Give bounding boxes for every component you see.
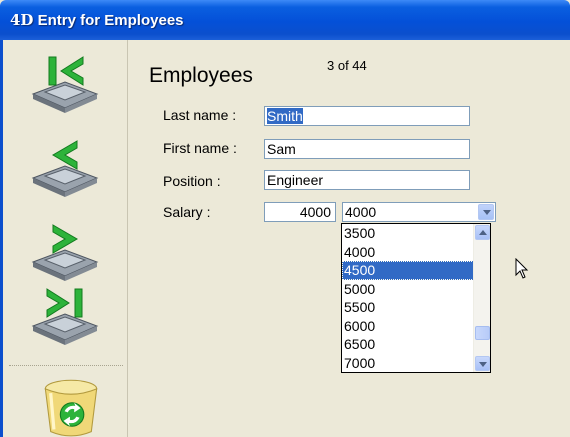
salary-value: 4000 <box>299 204 331 220</box>
last-name-value: Smith <box>267 108 303 124</box>
last-record-icon <box>31 288 99 345</box>
delete-record-button[interactable] <box>31 376 98 437</box>
list-item[interactable]: 6000 <box>342 317 490 336</box>
salary-options-list[interactable]: 3500 4000 4500 5000 5500 6000 6500 7000 <box>341 223 491 373</box>
first-name-value: Sam <box>267 141 296 157</box>
list-item[interactable]: 6500 <box>342 335 490 354</box>
position-label: Position : <box>163 173 221 189</box>
window-title-bar[interactable]: 4D Entry for Employees <box>0 0 570 40</box>
position-field[interactable]: Engineer <box>264 170 470 190</box>
toolbar-separator <box>9 365 123 366</box>
next-record-button[interactable] <box>25 220 105 282</box>
mouse-pointer-icon <box>515 258 529 279</box>
scroll-thumb[interactable] <box>475 326 490 340</box>
first-name-field[interactable]: Sam <box>264 139 470 159</box>
list-item[interactable]: 4000 <box>342 243 490 262</box>
next-record-icon <box>31 224 99 281</box>
salary-dropdown-value: 4000 <box>345 204 377 220</box>
previous-record-icon <box>31 140 99 197</box>
app-logo: 4D <box>10 11 34 29</box>
last-name-label: Last name : <box>163 107 237 123</box>
scroll-down-icon[interactable] <box>475 356 490 371</box>
salary-field[interactable]: 4000 <box>264 202 336 222</box>
first-name-label: First name : <box>163 140 237 156</box>
record-counter: 3 of 44 <box>327 58 367 73</box>
list-item[interactable]: 3500 <box>342 224 490 243</box>
last-record-button[interactable] <box>25 284 105 346</box>
list-scrollbar[interactable] <box>473 224 490 372</box>
position-value: Engineer <box>267 172 324 188</box>
form-area: Employees 3 of 44 Last name : Smith Firs… <box>129 40 570 437</box>
form-title: Employees <box>149 64 253 87</box>
salary-label: Salary : <box>163 204 211 220</box>
first-record-button[interactable] <box>25 52 105 114</box>
chevron-down-icon[interactable] <box>478 204 494 220</box>
list-item[interactable]: 5000 <box>342 280 490 299</box>
list-item[interactable]: 7000 <box>342 354 490 373</box>
trash-icon <box>44 379 98 437</box>
salary-dropdown[interactable]: 4000 <box>342 202 496 222</box>
window-title: Entry for Employees <box>37 12 184 29</box>
first-record-icon <box>31 56 99 113</box>
list-item[interactable]: 5500 <box>342 298 490 317</box>
last-name-field[interactable]: Smith <box>264 106 470 126</box>
previous-record-button[interactable] <box>25 136 105 198</box>
scroll-up-icon[interactable] <box>475 225 490 240</box>
record-toolbar <box>3 40 128 437</box>
list-item-highlighted[interactable]: 4500 <box>342 261 490 280</box>
